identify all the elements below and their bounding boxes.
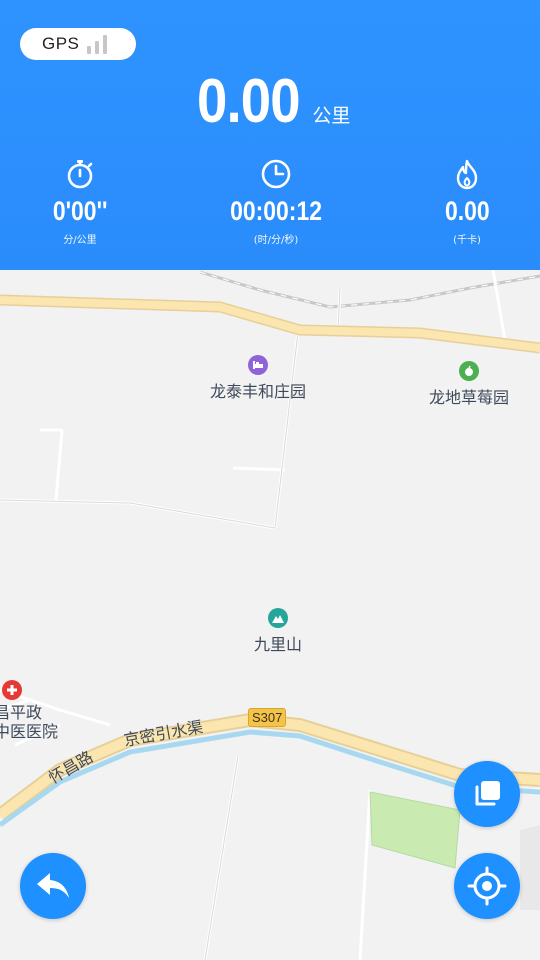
calories-value: 0.00 [444,196,490,226]
stopwatch-icon [67,160,93,189]
distance-value: 0.00 [196,67,301,136]
mountain-icon [268,608,288,628]
hospital-icon [2,680,22,700]
pace-value: 0'00'' [52,196,108,226]
clock-icon [261,159,291,189]
running-tracker-screen: GPS 0.00 公里 0'00'' 分/公里 00:00:12 (时/分/秒)… [0,0,540,960]
poi-strawberry-garden[interactable]: 龙地草莓园 [429,361,509,408]
back-arrow-icon [37,873,69,898]
distance-unit: 公里 [312,105,351,127]
poi-hospital[interactable]: 昌平政 中医医院 [0,680,58,741]
distance-display: 0.00 公里 [0,66,540,137]
back-button[interactable] [20,853,86,919]
pace-unit: 分/公里 [63,235,97,246]
flame-icon [456,159,478,190]
gps-status-pill: GPS [20,28,136,60]
locate-button[interactable] [454,853,520,919]
poi-label: 九里山 [254,635,303,654]
poi-label: 昌平政 [0,703,43,722]
poi-longtai-manor[interactable]: 龙泰丰和庄园 [210,355,306,402]
road-shield: S307 [248,708,287,727]
duration-unit: (时/分/秒) [253,235,299,246]
gps-label: GPS [42,34,80,53]
poi-label-line2: 中医医院 [0,722,59,741]
gps-signal-icon [87,34,111,54]
map-view[interactable]: 龙泰丰和庄园 龙地草莓园 九里山 昌平政 中医医院 京密引水渠 怀昌路 S307 [0,270,540,960]
calories-stat: 0.00 (千卡) [387,158,540,246]
pace-stat: 0'00'' 分/公里 [0,158,160,246]
hotel-icon [248,355,268,375]
locate-icon [467,866,507,906]
layers-icon [475,781,500,806]
duration-stat: 00:00:12 (时/分/秒) [196,158,356,246]
fruit-icon [459,361,479,381]
poi-label: 龙泰丰和庄园 [210,382,307,401]
stats-header: GPS 0.00 公里 0'00'' 分/公里 00:00:12 (时/分/秒)… [0,0,540,270]
layers-button[interactable] [454,761,520,827]
calories-unit: (千卡) [453,235,481,246]
duration-value: 00:00:12 [230,196,322,226]
poi-jiulishan[interactable]: 九里山 [254,608,302,655]
stats-row: 0'00'' 分/公里 00:00:12 (时/分/秒) 0.00 (千卡) [0,158,540,258]
poi-label: 龙地草莓园 [429,388,510,407]
